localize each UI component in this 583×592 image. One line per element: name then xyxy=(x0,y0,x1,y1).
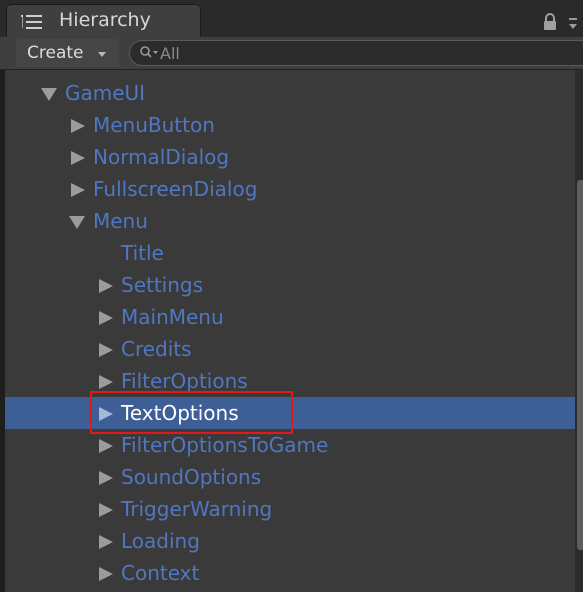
collapsed-arrow-icon[interactable] xyxy=(71,151,85,165)
window-tab-bar: Hierarchy xyxy=(0,0,583,38)
annotation-highlight-box xyxy=(90,391,293,434)
tree-item[interactable]: FullscreenDialog xyxy=(5,173,575,205)
tree-item-label: TriggerWarning xyxy=(121,497,273,521)
collapsed-arrow-icon[interactable] xyxy=(99,311,113,325)
search-input[interactable] xyxy=(160,42,460,64)
tree-item[interactable]: MainMenu xyxy=(5,301,575,333)
tree-item[interactable]: Title xyxy=(5,237,575,269)
create-dropdown-button[interactable]: Create xyxy=(16,39,119,67)
collapsed-arrow-icon[interactable] xyxy=(99,439,113,453)
tree-item-label: MenuButton xyxy=(93,113,215,137)
tree-item[interactable]: Settings xyxy=(5,269,575,301)
search-field[interactable] xyxy=(129,40,583,66)
collapsed-arrow-icon[interactable] xyxy=(99,535,113,549)
collapsed-arrow-icon[interactable] xyxy=(99,471,113,485)
chevron-down-icon xyxy=(98,52,106,57)
create-label: Create xyxy=(27,43,84,63)
collapsed-arrow-icon[interactable] xyxy=(99,503,113,517)
hierarchy-tab[interactable]: Hierarchy xyxy=(6,4,201,38)
window-title: Hierarchy xyxy=(59,9,151,31)
tree-item-label: SoundOptions xyxy=(121,465,262,489)
scrollbar-thumb[interactable] xyxy=(577,180,583,550)
tree-item-label: Context xyxy=(121,561,200,585)
collapsed-arrow-icon[interactable] xyxy=(99,279,113,293)
tree-item[interactable]: Loading xyxy=(5,525,575,557)
tree-item-label: MainMenu xyxy=(121,305,224,329)
tree-item-label: FilterOptions xyxy=(121,369,248,393)
collapsed-arrow-icon[interactable] xyxy=(99,375,113,389)
tree-item[interactable]: Menu xyxy=(5,205,575,237)
lock-icon[interactable] xyxy=(543,13,557,31)
collapsed-arrow-icon[interactable] xyxy=(99,343,113,357)
tree-item[interactable]: TriggerWarning xyxy=(5,493,575,525)
expanded-arrow-icon[interactable] xyxy=(41,88,57,101)
tree-item[interactable]: SoundOptions xyxy=(5,461,575,493)
tree-item[interactable]: Credits xyxy=(5,333,575,365)
tree-item[interactable]: GameUI xyxy=(5,77,575,109)
tree-item-label: Title xyxy=(121,241,164,265)
tree-item[interactable]: MenuButton xyxy=(5,109,575,141)
context-menu-icon[interactable] xyxy=(568,15,578,31)
tree-item-label: Settings xyxy=(121,273,204,297)
tree-item-label: FullscreenDialog xyxy=(93,177,258,201)
hierarchy-tree: GameUI MenuButton NormalDialog FullscreenDi… xyxy=(5,70,575,592)
search-icon xyxy=(140,46,158,58)
collapsed-arrow-icon[interactable] xyxy=(71,183,85,197)
tree-item-label: Credits xyxy=(121,337,192,361)
collapsed-arrow-icon[interactable] xyxy=(71,119,85,133)
list-icon xyxy=(21,15,42,29)
hierarchy-toolbar: Create xyxy=(0,37,583,70)
tree-item-label: FilterOptionsToGame xyxy=(121,433,329,457)
tree-item-label: Menu xyxy=(93,209,148,233)
collapsed-arrow-icon[interactable] xyxy=(99,567,113,581)
expanded-arrow-icon[interactable] xyxy=(69,216,85,229)
tree-item-label: NormalDialog xyxy=(93,145,230,169)
tree-item[interactable]: NormalDialog xyxy=(5,141,575,173)
tree-item[interactable]: Context xyxy=(5,557,575,589)
tree-item-label: GameUI xyxy=(65,81,146,105)
tree-item-label: Loading xyxy=(121,529,200,553)
